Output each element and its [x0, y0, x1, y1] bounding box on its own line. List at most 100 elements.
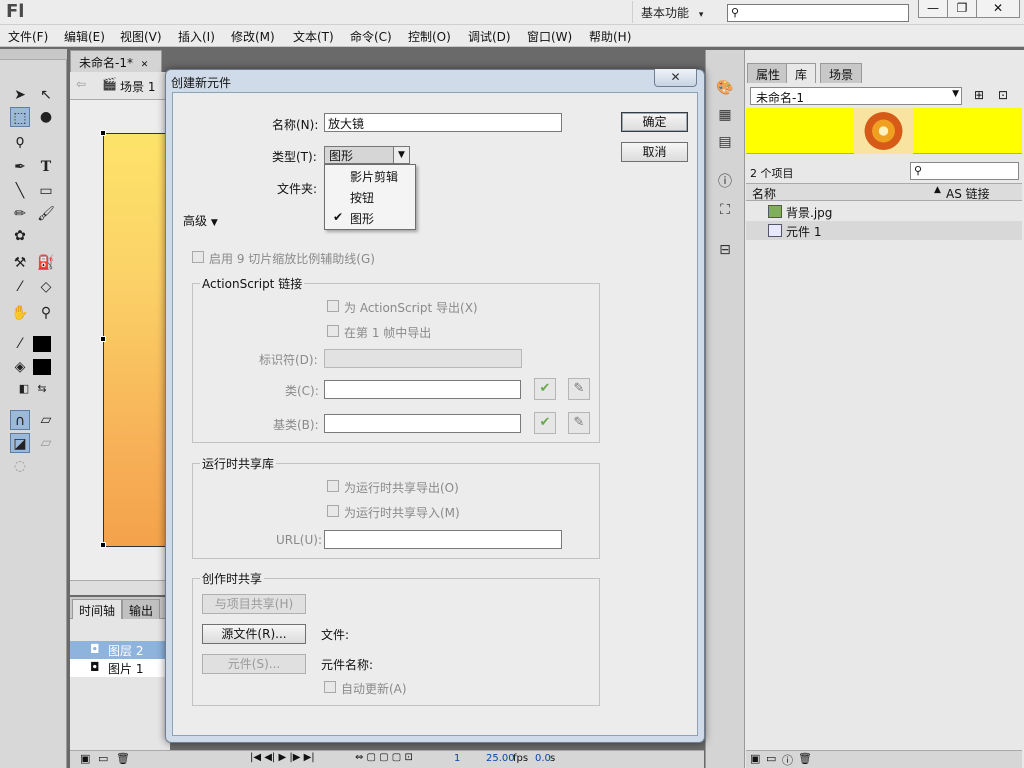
new-folder-icon[interactable]: ▭ — [98, 752, 108, 765]
menu-help[interactable]: 帮助(H) — [589, 28, 631, 45]
playback-controls-icon[interactable]: |◀ ◀| ▶ |▶ ▶| — [250, 752, 315, 763]
library-search-input[interactable]: ⚲ — [910, 162, 1019, 180]
workspace-switcher[interactable]: 基本功能 ▾ — [632, 1, 718, 23]
menu-modify[interactable]: 修改(M) — [231, 28, 275, 45]
nine-slice-checkbox[interactable] — [192, 251, 204, 263]
new-symbol-icon[interactable]: ▣ — [750, 752, 760, 765]
column-linkage[interactable]: AS 链接 — [946, 185, 990, 202]
base-class-input[interactable] — [324, 414, 521, 433]
tab-output[interactable]: 输出 — [122, 599, 161, 619]
swap-colors-icon[interactable]: ⇆ — [32, 379, 52, 399]
transform-panel-icon[interactable]: ⛶ — [715, 200, 735, 220]
selection-handle[interactable] — [100, 336, 106, 342]
fill-color-swatch[interactable] — [33, 359, 51, 375]
pencil-tool-icon[interactable]: ✏ — [10, 204, 30, 224]
tab-library[interactable]: 库 — [786, 63, 817, 83]
new-folder-icon[interactable]: ▭ — [766, 752, 776, 765]
rectangle-tool-icon[interactable]: ▭ — [36, 181, 56, 201]
sort-icon[interactable]: ▲ — [934, 185, 941, 195]
cancel-button[interactable]: 取消 — [621, 142, 688, 162]
eyedropper-tool-icon[interactable]: ⁄ — [10, 277, 30, 297]
rotate-skew-icon[interactable]: ▱ — [36, 410, 56, 430]
symbol-name-input[interactable]: 放大镜 — [324, 113, 562, 132]
delete-icon[interactable]: 🗑 — [798, 752, 812, 765]
deco-tool-icon[interactable]: ✿ — [10, 226, 30, 246]
tab-timeline[interactable]: 时间轴 — [72, 599, 123, 619]
selection-handle[interactable] — [100, 542, 106, 548]
validate-class-icon[interactable]: ✔ — [534, 378, 556, 400]
identifier-input[interactable] — [324, 349, 522, 368]
dialog-close-button[interactable]: ✕ — [654, 69, 697, 87]
black-white-icon[interactable]: ◧ — [14, 379, 34, 399]
menu-text[interactable]: 文本(T) — [293, 28, 334, 45]
ok-button[interactable]: 确定 — [621, 112, 688, 132]
new-library-panel-icon[interactable]: ⊡ — [998, 88, 1008, 102]
edit-base-class-icon[interactable]: ✎ — [568, 412, 590, 434]
eraser-tool-icon[interactable]: ◇ — [36, 277, 56, 297]
selection-tool-icon[interactable]: ➤ — [10, 85, 30, 105]
menu-debug[interactable]: 调试(D) — [468, 28, 511, 45]
timeline-layer-row[interactable]: ◘ 图层 2 — [70, 641, 170, 659]
menu-edit[interactable]: 编辑(E) — [64, 28, 105, 45]
bone-tool-icon[interactable]: ⚒ — [10, 253, 30, 273]
current-frame[interactable]: 1 — [454, 753, 460, 764]
edit-class-icon[interactable]: ✎ — [568, 378, 590, 400]
validate-base-class-icon[interactable]: ✔ — [534, 412, 556, 434]
3d-rotation-tool-icon[interactable]: ● — [36, 107, 56, 127]
close-window-button[interactable]: ✕ — [976, 0, 1020, 18]
line-tool-icon[interactable]: ╲ — [10, 181, 30, 201]
source-file-button[interactable]: 源文件(R)... — [202, 624, 306, 644]
subselection-tool-icon[interactable]: ↖ — [36, 85, 56, 105]
onion-skin-icon[interactable]: ⇔ ▢ ▢ ▢ ⊡ — [355, 752, 413, 763]
brush-tool-icon[interactable]: 🖌 — [36, 204, 56, 224]
share-with-project-button[interactable]: 与项目共享(H) — [202, 594, 306, 614]
menu-control[interactable]: 控制(O) — [408, 28, 451, 45]
menu-insert[interactable]: 插入(I) — [178, 28, 215, 45]
menu-file[interactable]: 文件(F) — [8, 28, 48, 45]
zoom-tool-icon[interactable]: ⚲ — [36, 303, 56, 323]
column-name[interactable]: 名称 — [752, 185, 776, 202]
menu-window[interactable]: 窗口(W) — [527, 28, 572, 45]
library-document-select[interactable]: 未命名-1 ▼ — [750, 87, 962, 105]
menu-view[interactable]: 视图(V) — [120, 28, 162, 45]
timeline-layer-row[interactable]: ◘ 图片 1 — [70, 659, 170, 677]
selection-handle[interactable] — [100, 130, 106, 136]
library-item[interactable]: 元件 1 — [746, 221, 1022, 240]
horizontal-scrollbar[interactable] — [70, 580, 170, 595]
symbol-type-select[interactable]: 图形 ▼ — [324, 146, 410, 164]
back-arrow-icon[interactable]: ⇦ — [76, 77, 86, 91]
maximize-button[interactable]: ❐ — [947, 0, 977, 18]
pen-tool-icon[interactable]: ✒ — [10, 157, 30, 177]
stage-background-image[interactable] — [100, 130, 173, 548]
info-panel-icon[interactable]: ⓘ — [715, 172, 735, 192]
close-icon[interactable]: ✕ — [141, 60, 149, 70]
type-option-movieclip[interactable]: 影片剪辑 — [326, 166, 414, 187]
library-item[interactable]: 背景.jpg — [746, 202, 1022, 221]
advanced-toggle[interactable]: 高级 ▼ — [183, 212, 218, 229]
symbol-button[interactable]: 元件(S)... — [202, 654, 306, 674]
scale-option-icon[interactable]: ◪ — [10, 433, 30, 453]
frame-rate[interactable]: 25.00 — [486, 753, 515, 764]
color-panel-icon[interactable]: 🎨 — [715, 78, 735, 98]
runtime-import-checkbox[interactable] — [327, 505, 339, 517]
snap-to-objects-icon[interactable]: ∩ — [10, 410, 30, 430]
export-as-checkbox[interactable] — [327, 300, 339, 312]
fill-color-icon[interactable]: ◈ — [10, 357, 30, 377]
tab-properties[interactable]: 属性 — [747, 63, 790, 83]
pin-library-icon[interactable]: ⊞ — [974, 88, 984, 102]
stroke-color-icon[interactable]: ⁄ — [10, 334, 30, 354]
swatches-panel-icon[interactable]: ▦ — [715, 105, 735, 125]
document-tab[interactable]: 未命名-1* ✕ — [70, 50, 162, 72]
hand-tool-icon[interactable]: ✋ — [10, 303, 30, 323]
delete-layer-icon[interactable]: 🗑 — [116, 752, 130, 765]
text-tool-icon[interactable]: T — [36, 157, 56, 177]
type-option-button[interactable]: 按钮 — [326, 187, 414, 208]
new-layer-icon[interactable]: ▣ — [80, 752, 90, 765]
minimize-button[interactable]: — — [918, 0, 948, 18]
help-search-input[interactable]: ⚲ — [727, 4, 909, 22]
free-transform-tool-icon[interactable]: ⬚ — [10, 107, 30, 127]
align-panel-icon[interactable]: ▤ — [715, 132, 735, 152]
tab-scene[interactable]: 场景 — [820, 63, 863, 83]
properties-icon[interactable]: ⓘ — [782, 752, 793, 768]
export-first-frame-checkbox[interactable] — [327, 325, 339, 337]
